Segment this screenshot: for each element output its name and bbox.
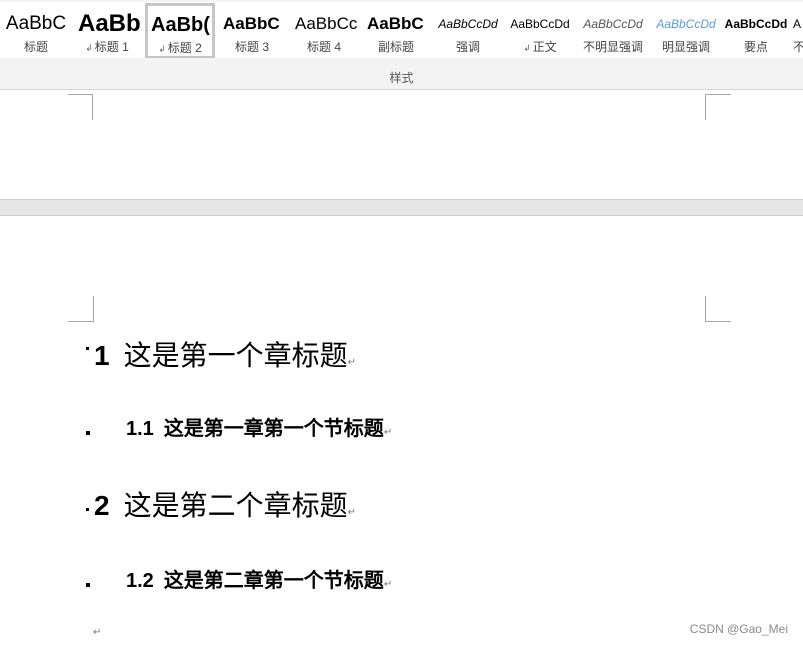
style-subtitle[interactable]: AaBbC 副标题 xyxy=(361,4,431,56)
style-preview: AaBbC xyxy=(367,14,424,33)
paragraph-mark-icon: ↵ xyxy=(347,507,356,518)
style-preview: AaBb xyxy=(78,10,141,37)
list-bullet-mark xyxy=(86,508,89,511)
style-emphasis[interactable]: AaBbCcDd 强调 xyxy=(433,4,503,56)
crop-mark xyxy=(705,94,731,120)
heading-1[interactable]: 2 这是第二个章标题↵ xyxy=(94,484,356,524)
style-label: 副标题 xyxy=(377,40,414,54)
heading-2[interactable]: 1.1 这是第一章第一个节标题↵ xyxy=(126,412,392,441)
heading-text: 这是第一个章标题 xyxy=(123,339,348,372)
style-preview: AaBbCcDd xyxy=(438,17,498,31)
linked-style-mark-icon: ↲ xyxy=(158,44,166,54)
style-label: 标题 4 xyxy=(306,40,341,54)
list-bullet-mark xyxy=(86,431,90,435)
style-label: 要点 xyxy=(743,40,768,54)
crop-mark xyxy=(68,296,94,322)
style-subtle-emphasis[interactable]: AaBbCcDd 不明显强调 xyxy=(577,4,649,56)
heading-text: 这是第二章第一个节标题 xyxy=(163,570,384,592)
crop-mark xyxy=(68,94,93,120)
styles-group-label: 样式 xyxy=(389,71,414,85)
heading-2[interactable]: 1.2 这是第二章第一个节标题↵ xyxy=(126,564,392,593)
heading-number: 1.1 xyxy=(126,418,154,440)
style-title[interactable]: AaBbC 标题 xyxy=(0,4,72,56)
styles-gallery: AaBbC 标题 AaBb ↲ 标题 1 AaBb( ↲ 标题 2 AaBbC 标题… xyxy=(0,2,803,58)
ribbon-styles-group: AaBbC 标题 AaBb ↲ 标题 1 AaBb( ↲ 标题 2 AaBbC 标题… xyxy=(0,0,803,90)
style-heading-2[interactable]: AaBb( ↲ 标题 2 xyxy=(145,3,215,58)
heading-number: 1 xyxy=(94,340,110,371)
page-1-bottom xyxy=(0,90,803,199)
style-preview: AaBbCc xyxy=(295,14,358,33)
heading-number: 2 xyxy=(94,490,110,521)
style-label: 强调 xyxy=(455,40,480,54)
style-partial[interactable]: A 不 xyxy=(793,4,803,56)
style-label: 不明显强调 xyxy=(582,40,643,54)
list-bullet-mark xyxy=(86,583,90,587)
paragraph-mark-icon: ↵ xyxy=(383,579,393,590)
empty-paragraph[interactable]: ↵ xyxy=(93,622,101,640)
style-label: ↲ 正文 xyxy=(523,40,557,54)
style-label: 明显强调 xyxy=(661,40,710,54)
heading-text: 这是第二个章标题 xyxy=(123,489,348,522)
style-preview: AaBbC xyxy=(5,13,67,34)
style-label: 不 xyxy=(793,40,803,54)
paragraph-mark-icon: ↵ xyxy=(383,427,393,438)
watermark: CSDN @Gao_Mei xyxy=(689,622,788,636)
style-preview: AaBbCcDd xyxy=(656,17,716,31)
heading-text: 这是第一章第一个节标题 xyxy=(163,418,384,440)
style-label: ↲ 标题 1 xyxy=(85,40,129,54)
paragraph-mark-icon: ↵ xyxy=(93,627,102,638)
style-preview: AaBbCcDd xyxy=(583,17,643,31)
style-intense-emphasis[interactable]: AaBbCcDd 明显强调 xyxy=(651,4,721,56)
page-gap xyxy=(0,199,803,216)
style-preview: AaBb( xyxy=(151,14,210,36)
style-label: 标题 xyxy=(23,40,48,54)
heading-number: 1.2 xyxy=(126,570,154,592)
style-label: 标题 3 xyxy=(234,40,269,54)
document-page[interactable]: 1 这是第一个章标题↵ 1.1 这是第一章第一个节标题↵ 2 这是第二个章标题↵ 1.… xyxy=(0,216,803,646)
style-heading-1[interactable]: AaBb ↲ 标题 1 xyxy=(72,4,142,56)
linked-style-mark-icon: ↲ xyxy=(523,43,531,53)
list-bullet-mark xyxy=(86,347,89,350)
style-preview: AaBbC xyxy=(223,14,280,33)
style-preview: AaBbCcDd xyxy=(724,17,788,31)
style-heading-4[interactable]: AaBbCc 标题 4 xyxy=(289,4,359,56)
style-preview: AaBbCcDd xyxy=(510,17,570,31)
style-label: ↲ 标题 2 xyxy=(158,41,202,55)
paragraph-mark-icon: ↵ xyxy=(347,357,356,368)
linked-style-mark-icon: ↲ xyxy=(85,43,93,53)
crop-mark xyxy=(705,296,731,322)
heading-1[interactable]: 1 这是第一个章标题↵ xyxy=(94,334,356,374)
style-strong[interactable]: AaBbCcDd 要点 xyxy=(721,4,791,56)
style-heading-3[interactable]: AaBbC 标题 3 xyxy=(217,4,287,56)
style-preview: A xyxy=(793,17,802,31)
style-normal[interactable]: AaBbCcDd ↲ 正文 xyxy=(505,4,575,56)
